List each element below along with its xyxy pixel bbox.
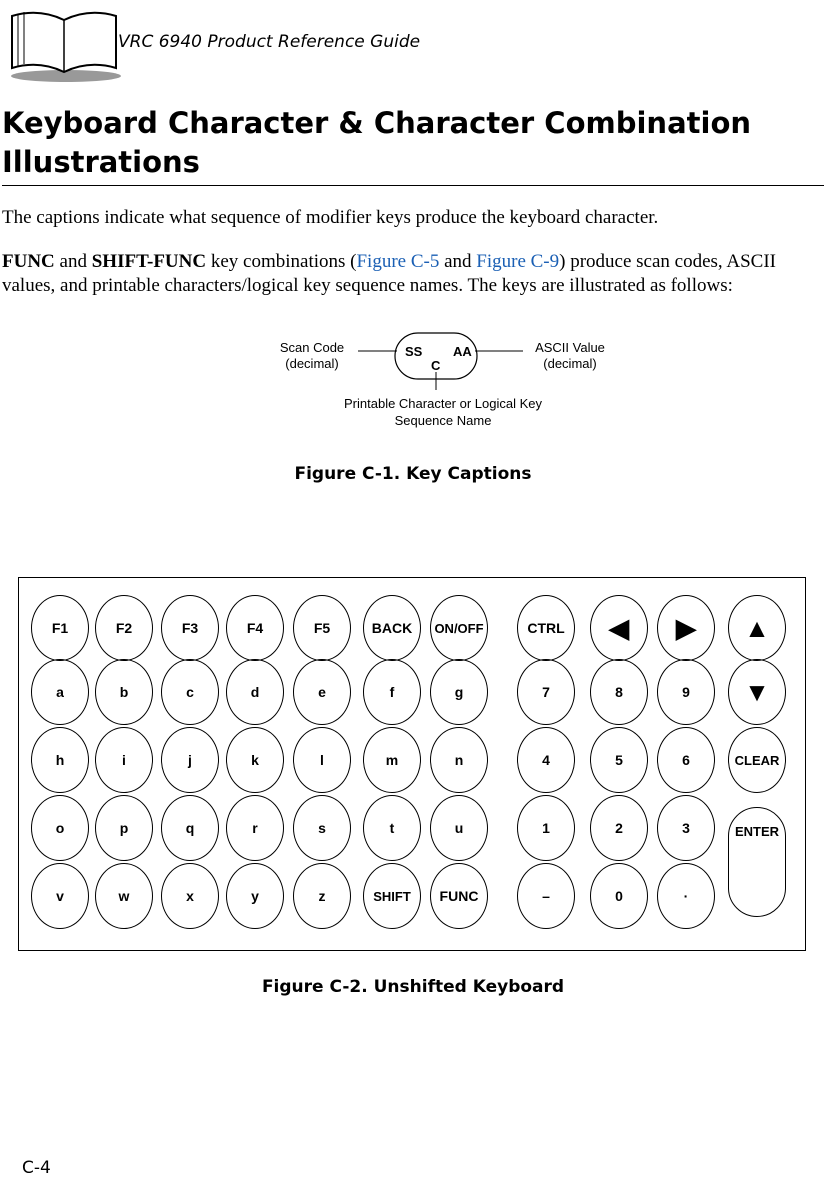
paragraph-captions: The captions indicate what sequence of m… [2, 207, 659, 228]
key: F1 [31, 595, 89, 661]
key: p [95, 795, 153, 861]
key: m [363, 727, 421, 793]
key: SHIFT [363, 863, 421, 929]
key: 4 [517, 727, 575, 793]
key: d [226, 659, 284, 725]
key: 6 [657, 727, 715, 793]
key: w [95, 863, 153, 929]
key: ▲ [728, 595, 786, 661]
key: CTRL [517, 595, 575, 661]
key: l [293, 727, 351, 793]
c-label: C [431, 358, 441, 373]
section-title: Keyboard Character & Character Combinati… [2, 106, 752, 179]
key: h [31, 727, 89, 793]
aa-label: AA [453, 344, 472, 359]
key: · [657, 863, 715, 929]
text: key combinations ( [206, 251, 357, 272]
figure-c5-link[interactable]: Figure C-5 [356, 251, 439, 272]
running-header: VRC 6940 Product Reference Guide [118, 32, 421, 52]
key: ON/OFF [430, 595, 488, 661]
figure-c2-caption: Figure C-2. Unshifted Keyboard [261, 977, 565, 997]
key: f [363, 659, 421, 725]
printable-sub: Sequence Name [394, 413, 492, 428]
text: and [54, 251, 92, 272]
key: BACK [363, 595, 421, 661]
key: ▶ [657, 595, 715, 661]
key: k [226, 727, 284, 793]
title-rule [2, 185, 824, 186]
scan-code-sub: (decimal) [285, 356, 339, 371]
text: and [439, 251, 477, 272]
key: CLEAR [728, 727, 786, 793]
key: FUNC [430, 863, 488, 929]
key: t [363, 795, 421, 861]
key: i [95, 727, 153, 793]
key: x [161, 863, 219, 929]
key: ENTER [728, 807, 786, 917]
ss-label: SS [405, 344, 423, 359]
key: ▼ [728, 659, 786, 725]
scan-code-label: Scan Code (decimal) [262, 340, 362, 372]
key: q [161, 795, 219, 861]
shift-func-term: SHIFT-FUNC [91, 251, 207, 272]
key: z [293, 863, 351, 929]
ascii-sub: (decimal) [543, 356, 597, 371]
key: 8 [590, 659, 648, 725]
key: 5 [590, 727, 648, 793]
paragraph-combinations: FUNC and SHIFT-FUNC key combinations (Fi… [2, 250, 824, 298]
key: F5 [293, 595, 351, 661]
key: n [430, 727, 488, 793]
scan-code-text: Scan Code [279, 340, 345, 355]
key: g [430, 659, 488, 725]
key: 9 [657, 659, 715, 725]
printable-text: Printable Character or Logical Key [344, 396, 542, 411]
key: v [31, 863, 89, 929]
func-term: FUNC [2, 251, 55, 272]
key: j [161, 727, 219, 793]
key: e [293, 659, 351, 725]
key: F2 [95, 595, 153, 661]
page-number: C-4 [22, 1158, 51, 1177]
key: o [31, 795, 89, 861]
key: b [95, 659, 153, 725]
key: 3 [657, 795, 715, 861]
key: F3 [161, 595, 219, 661]
key-caption-diagram [358, 332, 523, 390]
key: – [517, 863, 575, 929]
key: 0 [590, 863, 648, 929]
page: VRC 6940 Product Reference Guide Keyboar… [0, 0, 826, 1177]
figure-c1-caption: Figure C-1. Key Captions [294, 464, 532, 484]
key: r [226, 795, 284, 861]
key: 2 [590, 795, 648, 861]
key: u [430, 795, 488, 861]
key: a [31, 659, 89, 725]
key: y [226, 863, 284, 929]
key: c [161, 659, 219, 725]
key: 7 [517, 659, 575, 725]
key: 1 [517, 795, 575, 861]
key: ◀ [590, 595, 648, 661]
ascii-value-label: ASCII Value (decimal) [520, 340, 620, 372]
printable-label: Printable Character or Logical Key Sequen… [310, 395, 576, 429]
key: s [293, 795, 351, 861]
key: F4 [226, 595, 284, 661]
book-logo-icon [11, 11, 121, 82]
figure-c9-link[interactable]: Figure C-9 [476, 251, 559, 272]
ascii-text: ASCII Value [535, 340, 605, 355]
